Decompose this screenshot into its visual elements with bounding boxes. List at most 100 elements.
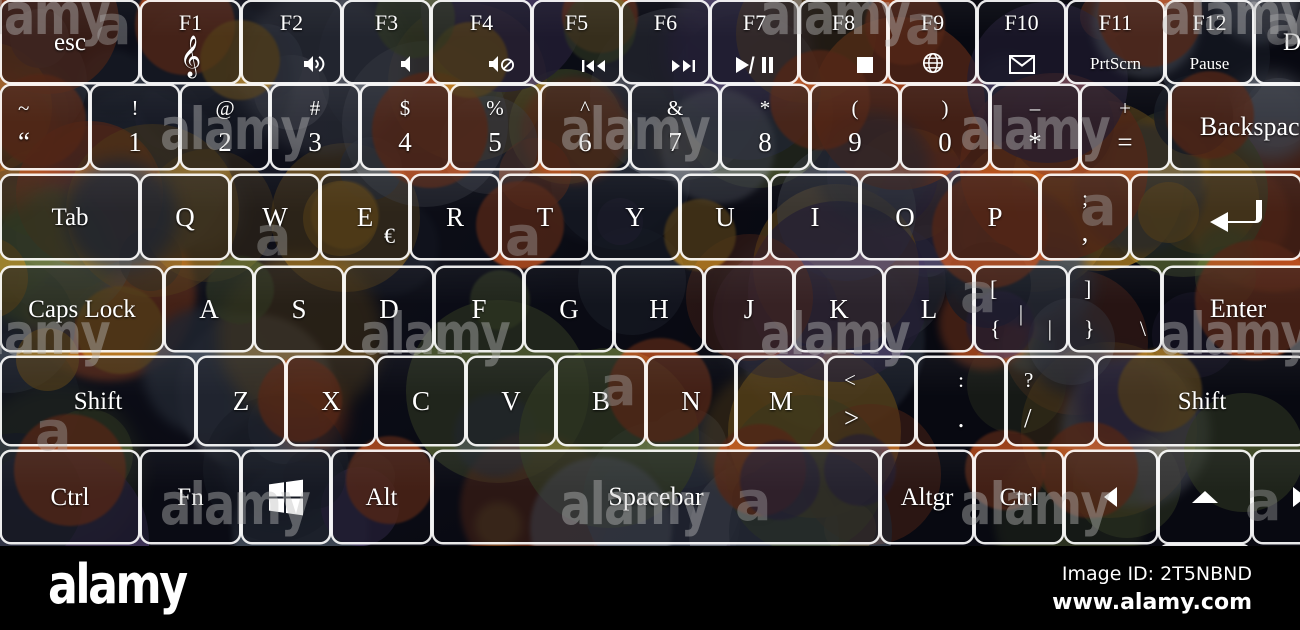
key-arrow-left[interactable] xyxy=(1066,452,1156,542)
key-f6[interactable]: F6 xyxy=(623,2,708,82)
key-equals[interactable]: + = xyxy=(1082,86,1168,168)
treble-clef-icon: 𝄞 xyxy=(179,36,202,76)
key-arrow-up[interactable] xyxy=(1160,452,1250,542)
key-label: Spacebar xyxy=(608,482,704,511)
key-windows[interactable] xyxy=(243,452,329,542)
key-label: Backspace xyxy=(1199,112,1300,141)
key-label: L xyxy=(920,293,938,324)
key-f2[interactable]: F2 xyxy=(243,2,340,82)
key-ctrl-left[interactable]: Ctrl xyxy=(2,452,138,542)
key-v[interactable]: V xyxy=(468,358,554,444)
key-o[interactable]: O xyxy=(862,176,948,258)
key-shift-left[interactable]: Shift xyxy=(2,358,194,444)
key-lower-glyph: 1 xyxy=(128,127,142,157)
key-fn[interactable]: Fn xyxy=(142,452,239,542)
next-track-icon xyxy=(670,58,696,74)
key-shift-right[interactable]: Shift xyxy=(1098,358,1300,444)
key-k[interactable]: K xyxy=(796,268,882,350)
volume-mute-icon xyxy=(488,54,518,74)
keyboard-stock-photo: esc F1 𝄞 F2 F3 F4 F5 F6 F7 F8 F9 F10 F11 PrtScrn F12 Pa… xyxy=(0,0,1300,630)
key-h[interactable]: H xyxy=(616,268,702,350)
key-eight[interactable]: * 8 xyxy=(722,86,808,168)
key-period[interactable]: :. xyxy=(918,358,1004,444)
key-esc[interactable]: esc xyxy=(2,2,138,82)
key-label: C xyxy=(411,385,430,416)
key-c[interactable]: C xyxy=(378,358,464,444)
key-l[interactable]: L xyxy=(886,268,972,350)
key-altgr[interactable]: Altgr xyxy=(882,452,972,542)
key-z[interactable]: Z xyxy=(198,358,284,444)
key-arrow-right[interactable] xyxy=(1254,452,1300,542)
key-a[interactable]: A xyxy=(166,268,252,350)
play-pause-icon xyxy=(712,56,797,74)
key-backspace[interactable]: Backspace xyxy=(1172,86,1300,168)
key-right-bracket[interactable]: ]} \ xyxy=(1070,268,1160,350)
key-u[interactable]: U xyxy=(682,176,768,258)
key-slash[interactable]: ? / xyxy=(1008,358,1094,444)
key-enter[interactable]: Enter xyxy=(1164,268,1300,350)
key-backtick[interactable]: ~ “ xyxy=(2,86,88,168)
key-f1[interactable]: F1 𝄞 xyxy=(142,2,239,82)
key-five[interactable]: % 5 xyxy=(452,86,538,168)
key-semicolon[interactable]: ;, xyxy=(1042,176,1128,258)
key-ctrl-right[interactable]: Ctrl xyxy=(976,452,1062,542)
key-nine[interactable]: (9 xyxy=(812,86,898,168)
key-y[interactable]: Y xyxy=(592,176,678,258)
key-three[interactable]: #3 xyxy=(272,86,358,168)
key-f3[interactable]: F3 xyxy=(344,2,429,82)
key-two[interactable]: @2 xyxy=(182,86,268,168)
key-caps-lock[interactable]: Caps Lock xyxy=(2,268,162,350)
key-four[interactable]: $4 xyxy=(362,86,448,168)
key-label: Tab xyxy=(51,203,89,231)
key-f9[interactable]: F9 xyxy=(890,2,975,82)
key-lower-glyph: 2 xyxy=(218,127,232,157)
key-comma[interactable]: < > xyxy=(828,358,914,444)
key-f8[interactable]: F8 xyxy=(801,2,886,82)
key-d[interactable]: D xyxy=(346,268,432,350)
key-glyph-pipe: | xyxy=(1018,301,1024,327)
key-six[interactable]: ^ 6 xyxy=(542,86,628,168)
key-label: F12 xyxy=(1192,10,1227,35)
key-j[interactable]: J xyxy=(706,268,792,350)
key-f10[interactable]: F10 xyxy=(979,2,1064,82)
key-i[interactable]: I xyxy=(772,176,858,258)
key-e[interactable]: E € xyxy=(322,176,408,258)
key-g[interactable]: G xyxy=(526,268,612,350)
key-del[interactable]: Del xyxy=(1256,2,1300,82)
key-x[interactable]: X xyxy=(288,358,374,444)
key-upper-glyph: ; xyxy=(1082,186,1088,210)
key-b[interactable]: B xyxy=(558,358,644,444)
key-f4[interactable]: F4 xyxy=(433,2,530,82)
key-label: F xyxy=(471,293,487,324)
key-label: Y xyxy=(625,201,645,232)
key-minus[interactable]: – * xyxy=(992,86,1078,168)
key-alt-left[interactable]: Alt xyxy=(333,452,430,542)
key-lower-glyph: “ xyxy=(18,127,30,157)
shift-row: Shift Z X C V B N M < >:.? / Shift xyxy=(0,358,1300,444)
key-p[interactable]: P xyxy=(952,176,1038,258)
key-t[interactable]: T xyxy=(502,176,588,258)
key-left-bracket[interactable]: [{| | xyxy=(976,268,1066,350)
key-spacebar[interactable]: Spacebar xyxy=(434,452,878,542)
key-tab[interactable]: Tab xyxy=(2,176,138,258)
key-return[interactable] xyxy=(1132,176,1300,258)
key-f7[interactable]: F7 xyxy=(712,2,797,82)
key-q[interactable]: Q xyxy=(142,176,228,258)
function-row: esc F1 𝄞 F2 F3 F4 F5 F6 F7 F8 F9 F10 F11 PrtScrn F12 Pa… xyxy=(0,2,1300,82)
key-m[interactable]: M xyxy=(738,358,824,444)
key-label: F11 xyxy=(1098,10,1133,35)
key-label: Alt xyxy=(365,483,398,511)
key-n[interactable]: N xyxy=(648,358,734,444)
key-f12[interactable]: F12 Pause xyxy=(1167,2,1252,82)
key-f5[interactable]: F5 xyxy=(534,2,619,82)
key-f11[interactable]: F11 PrtScrn xyxy=(1068,2,1163,82)
key-f[interactable]: F xyxy=(436,268,522,350)
key-zero[interactable]: ) 0 xyxy=(902,86,988,168)
website-label[interactable]: www.alamy.com xyxy=(1052,588,1252,618)
key-upper-glyph: & xyxy=(666,96,684,120)
key-one[interactable]: ! 1 xyxy=(92,86,178,168)
key-w[interactable]: W xyxy=(232,176,318,258)
key-seven[interactable]: & 7 xyxy=(632,86,718,168)
key-s[interactable]: S xyxy=(256,268,342,350)
key-r[interactable]: R xyxy=(412,176,498,258)
